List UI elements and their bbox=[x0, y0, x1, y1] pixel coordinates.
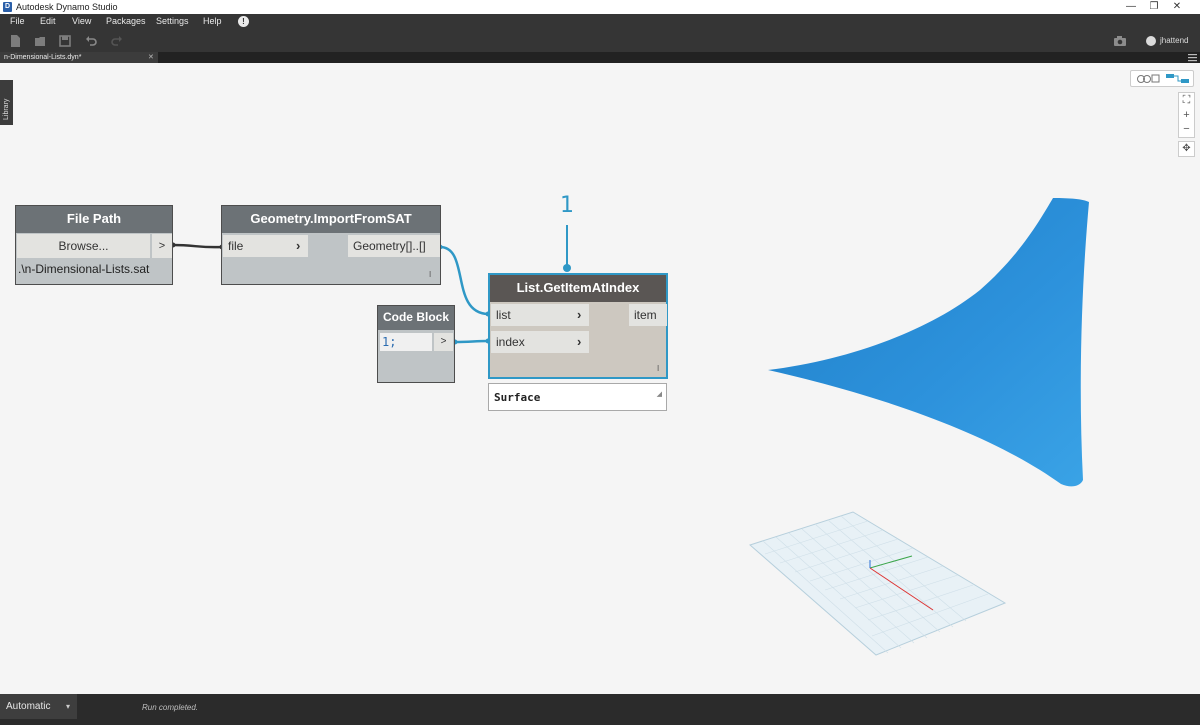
run-mode-value: Automatic bbox=[6, 701, 51, 712]
tab-n-dimensional-lists[interactable]: n-Dimensional-Lists.dyn* bbox=[0, 52, 158, 63]
port-label: Geometry[]..[] bbox=[353, 239, 426, 253]
pan-icon[interactable]: ✥ bbox=[1178, 141, 1195, 157]
graph-view-icon[interactable] bbox=[1164, 73, 1192, 84]
import-from-sat-node[interactable]: Geometry.ImportFromSAT file › Geometry[]… bbox=[221, 205, 441, 285]
lacing-indicator[interactable]: I bbox=[429, 270, 431, 279]
node-title: Code Block bbox=[378, 306, 454, 330]
close-window-button[interactable]: ✕ bbox=[1154, 0, 1200, 14]
node-preview-bubble[interactable]: Surface ◢ bbox=[488, 383, 667, 411]
chevron-right-icon: › bbox=[577, 334, 582, 349]
callout-number: 1 bbox=[560, 193, 574, 218]
hamburger-menu-icon[interactable] bbox=[1188, 53, 1197, 62]
file-input-port[interactable]: file › bbox=[223, 235, 308, 257]
wire-import-to-getitem[interactable] bbox=[439, 245, 489, 316]
run-status-message: Run completed. bbox=[142, 703, 199, 712]
chevron-down-icon[interactable]: ▾ bbox=[66, 694, 70, 719]
node-title: List.GetItemAtIndex bbox=[490, 275, 666, 302]
resize-grip-icon[interactable]: ◢ bbox=[657, 381, 662, 408]
zoom-out-icon[interactable]: − bbox=[1179, 122, 1194, 137]
port-label: index bbox=[496, 335, 525, 349]
menu-settings[interactable]: Settings bbox=[156, 16, 189, 26]
wire-filepath-to-import[interactable] bbox=[172, 243, 223, 249]
ground-grid bbox=[749, 511, 1007, 656]
chevron-right-icon: › bbox=[577, 307, 582, 322]
item-output-port[interactable]: item bbox=[629, 304, 667, 326]
user-name[interactable]: jhattend bbox=[1160, 36, 1188, 45]
library-panel-tab[interactable]: Library bbox=[0, 80, 13, 125]
title-bar: D Autodesk Dynamo Studio — ❐ ✕ bbox=[0, 0, 1200, 14]
list-input-port[interactable]: list › bbox=[491, 304, 589, 326]
tab-bar: n-Dimensional-Lists.dyn* ✕ bbox=[0, 52, 1200, 63]
open-file-icon[interactable] bbox=[33, 34, 47, 48]
chevron-right-icon: › bbox=[296, 238, 301, 253]
file-path-node[interactable]: File Path Browse... > .\n-Dimensional-Li… bbox=[15, 205, 173, 285]
window-title: Autodesk Dynamo Studio bbox=[16, 2, 118, 12]
geometry-view-icon[interactable] bbox=[1134, 73, 1162, 84]
tab-label: n-Dimensional-Lists.dyn* bbox=[4, 54, 82, 61]
preview-value: Surface bbox=[494, 391, 541, 404]
menu-bar: File Edit View Packages Settings Help ! bbox=[0, 14, 1200, 30]
file-path-output-port[interactable]: > bbox=[152, 234, 172, 258]
redo-icon[interactable] bbox=[110, 34, 124, 48]
menu-view[interactable]: View bbox=[72, 16, 91, 26]
index-input-port[interactable]: index › bbox=[491, 331, 589, 353]
user-avatar bbox=[1146, 36, 1156, 46]
node-title: File Path bbox=[16, 206, 172, 233]
file-path-value: .\n-Dimensional-Lists.sat bbox=[18, 262, 150, 276]
zoom-controls: ⛶ + − bbox=[1178, 92, 1195, 138]
code-editor[interactable]: 1; bbox=[380, 333, 432, 351]
menu-file[interactable]: File bbox=[10, 16, 25, 26]
browse-button[interactable]: Browse... bbox=[17, 234, 150, 258]
node-title: Geometry.ImportFromSAT bbox=[222, 206, 440, 233]
notification-alert-icon[interactable]: ! bbox=[238, 16, 249, 27]
code-block-output-port[interactable]: > bbox=[434, 333, 453, 351]
undo-icon[interactable] bbox=[84, 34, 98, 48]
view-mode-toggle[interactable] bbox=[1130, 70, 1194, 87]
new-file-icon[interactable] bbox=[8, 34, 22, 48]
geometry-output-port[interactable]: Geometry[]..[] bbox=[348, 235, 440, 257]
dynamo-app-icon: D bbox=[3, 2, 12, 12]
menu-edit[interactable]: Edit bbox=[40, 16, 56, 26]
menu-packages[interactable]: Packages bbox=[106, 16, 146, 26]
lacing-indicator[interactable]: I bbox=[657, 364, 659, 373]
camera-icon[interactable] bbox=[1113, 34, 1127, 48]
library-label: Library bbox=[3, 98, 10, 120]
zoom-to-fit-icon[interactable]: ⛶ bbox=[1179, 93, 1194, 108]
port-label: list bbox=[496, 308, 511, 322]
get-item-at-index-node[interactable]: List.GetItemAtIndex list › index › item … bbox=[488, 273, 668, 379]
port-label: file bbox=[228, 239, 244, 253]
zoom-in-icon[interactable]: + bbox=[1179, 108, 1194, 123]
imported-surface bbox=[768, 198, 1089, 487]
code-block-node[interactable]: Code Block 1; > bbox=[377, 305, 455, 383]
save-icon[interactable] bbox=[58, 34, 72, 48]
port-label: item bbox=[634, 308, 657, 322]
status-bar: Automatic ▾ Run completed. bbox=[0, 694, 1200, 725]
menu-help[interactable]: Help bbox=[203, 16, 222, 26]
toolbar: jhattend bbox=[0, 30, 1200, 52]
tab-close-icon[interactable]: ✕ bbox=[148, 52, 154, 63]
wire-codeblock-to-getitem[interactable] bbox=[454, 339, 489, 344]
